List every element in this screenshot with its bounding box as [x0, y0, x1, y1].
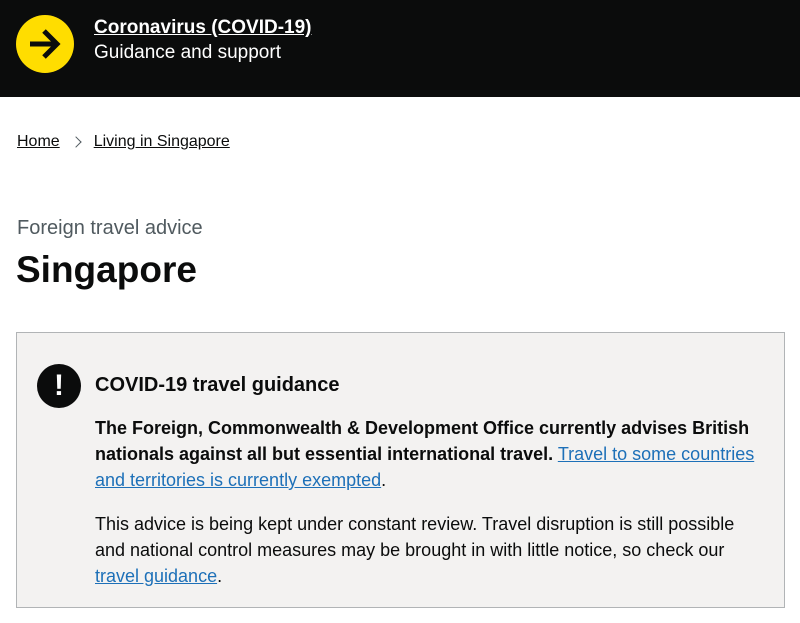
breadcrumb: Home Living in Singapore [17, 133, 230, 151]
notice-p1-end: . [381, 470, 387, 490]
page-title: Singapore [16, 249, 197, 290]
banner-title-link[interactable]: Coronavirus (COVID-19) [94, 16, 311, 40]
breadcrumb-living-link[interactable]: Living in Singapore [94, 133, 230, 151]
chevron-right-icon [70, 136, 82, 148]
exclamation-icon: ! [37, 364, 81, 408]
notice-p2-end: . [217, 566, 223, 586]
notice-heading: COVID-19 travel guidance [95, 374, 340, 396]
covid-notice: ! COVID-19 travel guidance The Foreign, … [16, 332, 785, 608]
notice-body-text: This advice is being kept under constant… [95, 514, 735, 560]
banner-subtitle: Guidance and support [94, 42, 281, 63]
travel-guidance-link[interactable]: travel guidance [95, 566, 217, 586]
arrow-right-icon[interactable] [16, 15, 74, 73]
covid-banner: Coronavirus (COVID-19) Guidance and supp… [0, 0, 800, 97]
banner-text: Coronavirus (COVID-19) Guidance and supp… [94, 16, 311, 66]
breadcrumb-home-link[interactable]: Home [17, 133, 60, 151]
page-caption: Foreign travel advice [17, 217, 203, 239]
notice-paragraph-2: This advice is being kept under constant… [95, 511, 760, 589]
notice-paragraph-1: The Foreign, Commonwealth & Development … [95, 415, 760, 493]
